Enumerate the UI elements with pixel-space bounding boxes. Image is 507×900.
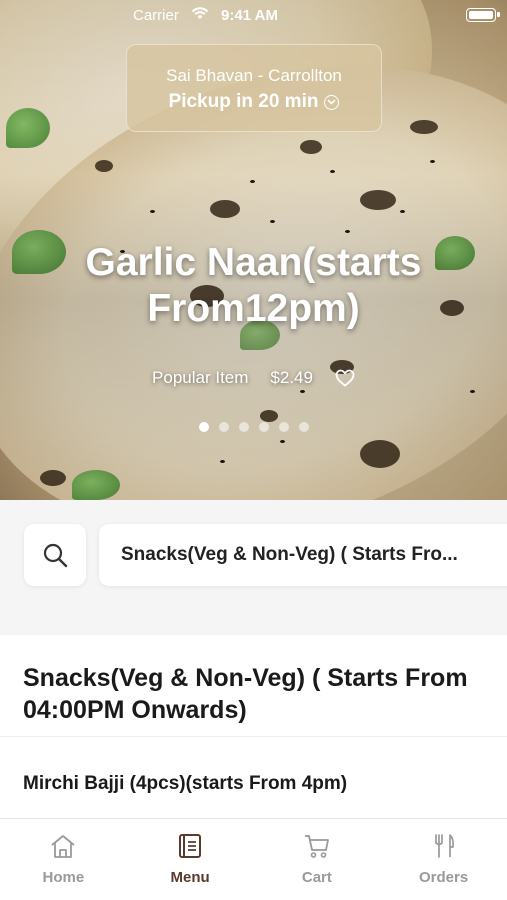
filter-bar: Snacks(Veg & Non-Veg) ( Starts Fro... (0, 500, 507, 635)
tab-home[interactable]: Home (0, 819, 127, 900)
carousel-dot[interactable] (298, 422, 309, 432)
featured-item-meta: Popular Item $2.49 (0, 368, 507, 388)
menu-item-name[interactable]: Mirchi Bajji (4pcs)(starts From 4pm) (23, 773, 347, 795)
section-title: Snacks(Veg & Non-Veg) ( Starts From 04:0… (23, 664, 468, 724)
pickup-time: Pickup in 20 min (169, 91, 340, 113)
carousel-dot[interactable] (258, 422, 269, 432)
tab-orders-label: Orders (419, 869, 469, 886)
store-location: Sai Bhavan - Carrollton (166, 66, 342, 85)
menu-book-icon (179, 834, 202, 858)
featured-item-price: $2.49 (270, 368, 313, 387)
carousel-dot[interactable] (198, 422, 209, 432)
chevron-down-circle-icon (324, 94, 340, 110)
search-icon (43, 543, 68, 568)
carousel-dot[interactable] (218, 422, 229, 432)
tab-menu[interactable]: Menu (127, 819, 254, 900)
battery-icon (466, 8, 500, 22)
status-bar: Carrier 9:41 AM (0, 0, 507, 30)
carrier-label: Carrier (133, 7, 179, 24)
clock: 9:41 AM (221, 7, 278, 24)
heart-icon[interactable] (335, 369, 355, 387)
category-selector[interactable]: Snacks(Veg & Non-Veg) ( Starts Fro... (99, 524, 507, 586)
fork-knife-icon (434, 834, 454, 858)
pickup-selector[interactable]: Sai Bhavan - Carrollton Pickup in 20 min (126, 44, 382, 132)
pickup-time-label: Pickup in 20 min (168, 91, 319, 112)
tab-orders[interactable]: Orders (380, 819, 507, 900)
search-button[interactable] (24, 524, 86, 586)
featured-item-title: Garlic Naan(starts From12pm) (85, 241, 422, 330)
tab-cart-label: Cart (301, 869, 332, 886)
tab-home-label: Home (42, 869, 85, 886)
cart-icon (304, 835, 329, 858)
featured-item-tag: Popular Item (152, 368, 249, 387)
home-icon (51, 835, 75, 858)
carousel-dot[interactable] (278, 422, 289, 432)
divider (0, 736, 507, 737)
tab-menu-label: Menu (170, 869, 210, 886)
carousel-pagination[interactable] (0, 422, 507, 432)
tab-cart[interactable]: Cart (254, 819, 381, 900)
carousel-dot[interactable] (238, 422, 249, 432)
wifi-icon (191, 7, 209, 19)
tab-bar: Home Menu Cart Orders (0, 818, 507, 900)
